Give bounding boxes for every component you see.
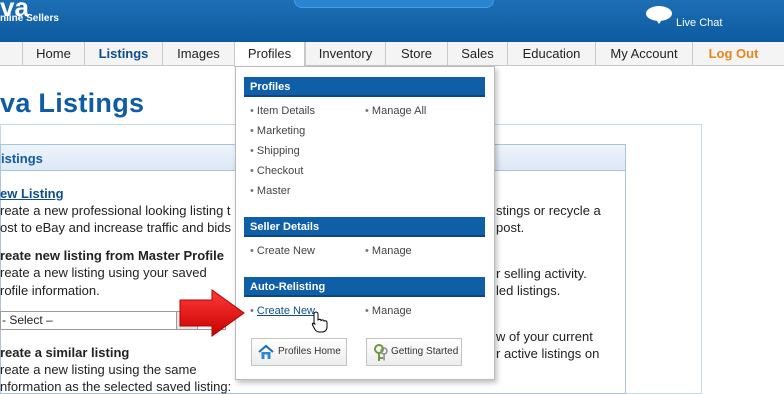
right-text-1b: post.	[496, 220, 525, 235]
menu-item-relisting-manage[interactable]: • Manage	[365, 305, 412, 317]
nav-log-out[interactable]: Log Out	[692, 42, 774, 66]
panel-title: istings	[1, 151, 43, 166]
profiles-section-heading: Profiles	[244, 77, 485, 97]
red-arrow-icon	[178, 288, 248, 343]
keys-icon	[373, 344, 389, 373]
right-text-2b: led listings.	[496, 283, 561, 298]
right-text-2a: r selling activity.	[496, 266, 587, 281]
site-header: va nline Sellers Live Chat	[0, 0, 784, 42]
live-chat-label: Live Chat	[676, 17, 723, 29]
chat-bubble-icon	[646, 6, 672, 24]
new-listing-link[interactable]: ew Listing	[0, 186, 64, 201]
hand-cursor-icon	[311, 311, 329, 338]
similar-listing-desc-line-2: nformation as the selected saved listing…	[0, 379, 232, 394]
right-text-3a: w of your current	[496, 329, 593, 344]
new-listing-desc-line-2: ost to eBay and increase traffic and bid…	[0, 220, 232, 235]
menu-item-checkout[interactable]: • Checkout	[250, 165, 303, 177]
menu-item-shipping[interactable]: • Shipping	[250, 145, 300, 157]
profiles-dropdown-menu: Profiles • Item Details • Marketing • Sh…	[235, 66, 495, 380]
menu-item-manage-all[interactable]: • Manage All	[365, 105, 426, 117]
nav-home[interactable]: Home	[22, 42, 84, 66]
master-profile-heading: reate new listing from Master Profile	[0, 248, 224, 263]
nav-education[interactable]: Education	[507, 42, 595, 66]
logo-subtitle: nline Sellers	[0, 13, 59, 24]
master-profile-desc-line-1: reate a new listing using your saved	[0, 265, 207, 280]
getting-started-button[interactable]: Getting Started	[366, 338, 462, 366]
menu-item-relisting-create-new[interactable]: • Create New	[250, 305, 315, 317]
main-nav: Home Listings Images Profiles Inventory …	[0, 42, 784, 67]
new-listing-desc-line-1: reate a new professional looking listing…	[0, 203, 231, 218]
page-title: va Listings	[0, 88, 145, 118]
nav-sales[interactable]: Sales	[447, 42, 507, 66]
right-text-3b: r active listings on	[496, 346, 600, 361]
right-text-1a: stings or recycle a	[496, 203, 601, 218]
seller-details-section-heading: Seller Details	[244, 217, 485, 237]
menu-item-item-details[interactable]: • Item Details	[250, 105, 315, 117]
similar-listing-heading: reate a similar listing	[0, 345, 130, 360]
menu-item-marketing[interactable]: • Marketing	[250, 125, 305, 137]
getting-started-label: Getting Started	[391, 346, 459, 357]
nav-store[interactable]: Store	[385, 42, 447, 66]
menu-item-seller-create-new[interactable]: • Create New	[250, 245, 315, 257]
nav-profiles[interactable]: Profiles	[234, 42, 305, 67]
similar-listing-desc-line-1: reate a new listing using the same	[0, 362, 197, 377]
nav-images[interactable]: Images	[162, 42, 234, 66]
profiles-home-label: Profiles Home	[278, 346, 341, 357]
nav-listings[interactable]: Listings	[84, 42, 162, 66]
nav-my-account[interactable]: My Account	[595, 42, 692, 66]
header-search-area[interactable]	[294, 0, 494, 8]
menu-item-seller-manage[interactable]: • Manage	[365, 245, 412, 257]
master-profile-desc-line-2: rofile information.	[0, 283, 100, 298]
live-chat-link[interactable]: Live Chat	[644, 6, 744, 30]
auto-relisting-section-heading: Auto-Relisting	[244, 277, 485, 297]
profiles-home-button[interactable]: Profiles Home	[251, 338, 347, 366]
menu-item-master[interactable]: • Master	[250, 185, 291, 197]
nav-inventory[interactable]: Inventory	[305, 42, 385, 66]
home-icon	[258, 344, 274, 371]
